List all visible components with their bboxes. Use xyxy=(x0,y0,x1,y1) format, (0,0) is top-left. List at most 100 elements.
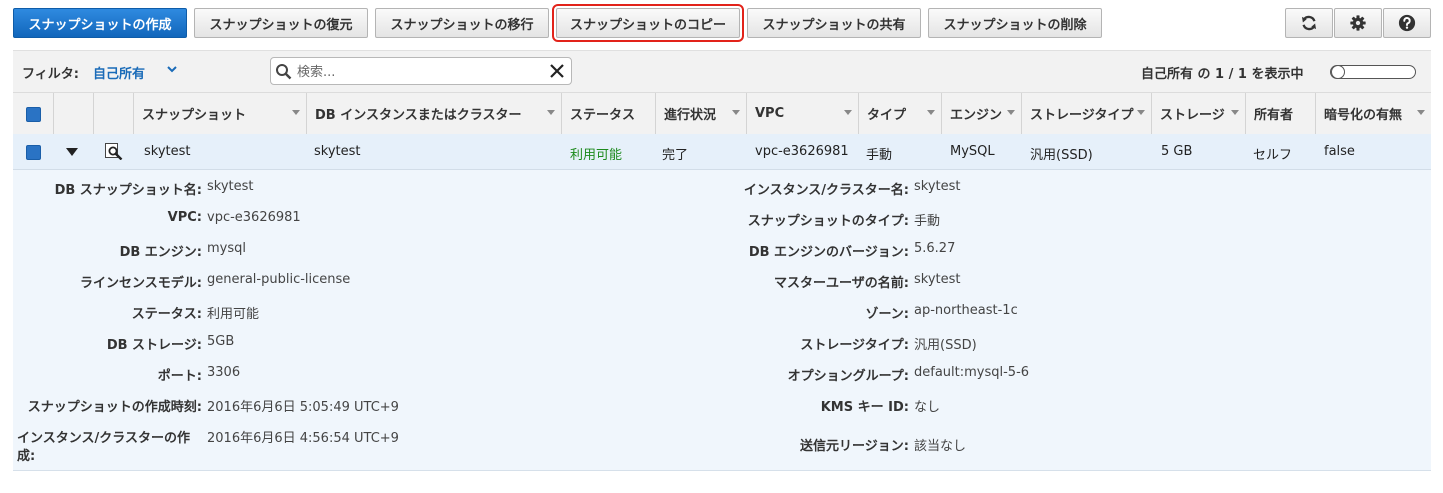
sort-icon xyxy=(292,110,300,115)
sort-icon xyxy=(927,110,935,115)
col-encrypted[interactable]: 暗号化の有無 xyxy=(1315,93,1431,134)
clear-search-icon[interactable] xyxy=(550,64,564,78)
cell-snapshot: skytest xyxy=(144,144,191,159)
col-vpc[interactable]: VPC xyxy=(746,93,858,134)
detail-label: ラインセンスモデル: xyxy=(80,276,202,291)
detail-label: インスタンス/クラスター名: xyxy=(743,183,909,198)
header-view-cell xyxy=(93,93,133,134)
search-icon xyxy=(276,64,292,80)
toggle-knob[interactable] xyxy=(1331,65,1345,79)
detail-value: general-public-license xyxy=(207,272,351,287)
copy-snapshot-button[interactable]: スナップショットのコピー xyxy=(552,4,744,42)
select-all-checkbox[interactable] xyxy=(26,107,41,122)
create-snapshot-button[interactable]: スナップショットの作成 xyxy=(13,8,187,38)
sort-icon xyxy=(1231,110,1239,115)
detail-value: mysql xyxy=(207,241,246,256)
col-status[interactable]: ステータス xyxy=(561,93,655,134)
detail-label: ステータス: xyxy=(131,307,202,322)
sort-icon xyxy=(732,110,740,115)
detail-value: 3306 xyxy=(207,365,241,380)
detail-label: 成: xyxy=(17,449,36,464)
row-checkbox[interactable] xyxy=(26,145,41,160)
col-vpc-label: VPC xyxy=(755,106,785,121)
detail-value: 手動 xyxy=(914,214,941,229)
sort-icon xyxy=(1137,110,1145,115)
help-button[interactable] xyxy=(1383,8,1431,38)
detail-label: オプショングループ: xyxy=(787,369,909,384)
search-input[interactable] xyxy=(295,61,549,83)
header-expand-cell xyxy=(53,93,93,134)
table-row[interactable]: skytest skytest 利用可能 完了 vpc-e3626981 手動 … xyxy=(13,134,1431,170)
detail-value: なし xyxy=(914,400,941,415)
col-engine[interactable]: エンジン xyxy=(941,93,1021,134)
sort-icon xyxy=(1007,110,1015,115)
detail-label: ゾーン: xyxy=(865,307,909,322)
col-engine-label: エンジン xyxy=(950,108,1003,123)
detail-value: skytest xyxy=(914,179,961,194)
col-storage-type-label: ストレージタイプ xyxy=(1030,108,1134,123)
cell-storage: 5 GB xyxy=(1161,144,1193,159)
detail-label: 送信元リージョン: xyxy=(800,439,909,454)
filter-label: フィルタ: xyxy=(22,67,79,82)
migrate-snapshot-button[interactable]: スナップショットの移行 xyxy=(375,8,549,38)
cell-storage-type: 汎用(SSD) xyxy=(1030,148,1093,163)
view-toggle[interactable] xyxy=(1330,65,1416,79)
table-header: スナップショット DB インスタンスまたはクラスター ステータス 進行状況 VP… xyxy=(13,92,1431,135)
filter-bar: フィルタ: 自己所有 自己所有 の 1 / 1 を表示中 xyxy=(13,50,1431,93)
col-snapshot-label: スナップショット xyxy=(142,108,247,123)
col-storage[interactable]: ストレージ xyxy=(1151,93,1245,134)
help-icon xyxy=(1398,14,1416,32)
col-storage-type[interactable]: ストレージタイプ xyxy=(1021,93,1151,134)
detail-value: 5GB xyxy=(207,334,235,349)
snapshot-details: DB スナップショット名: skytest VPC: vpc-e3626981 … xyxy=(13,170,1431,471)
filter-dropdown[interactable]: 自己所有 xyxy=(93,63,145,82)
delete-snapshot-button[interactable]: スナップショットの削除 xyxy=(928,8,1102,38)
details-view-icon[interactable] xyxy=(105,143,123,160)
cell-owner: セルフ xyxy=(1253,148,1293,163)
col-type[interactable]: タイプ xyxy=(858,93,941,134)
cell-instance: skytest xyxy=(314,144,361,159)
detail-value: 汎用(SSD) xyxy=(914,338,977,353)
refresh-icon xyxy=(1301,15,1317,31)
detail-label: スナップショットのタイプ: xyxy=(747,214,909,229)
gear-icon xyxy=(1350,15,1366,31)
sort-icon xyxy=(1417,110,1425,115)
detail-value: ap-northeast-1c xyxy=(914,303,1018,318)
detail-value: 2016年6月6日 4:56:54 UTC+9 xyxy=(207,431,399,446)
chevron-down-icon[interactable] xyxy=(167,64,177,74)
restore-snapshot-button[interactable]: スナップショットの復元 xyxy=(194,8,368,38)
detail-value: 5.6.27 xyxy=(914,241,956,256)
col-snapshot[interactable]: スナップショット xyxy=(133,93,306,134)
cell-status: 利用可能 xyxy=(570,148,623,163)
detail-value: default:mysql-5-6 xyxy=(914,365,1030,380)
sort-icon xyxy=(547,110,555,115)
detail-label: DB スナップショット名: xyxy=(54,183,202,198)
col-owner-label: 所有者 xyxy=(1254,108,1294,123)
col-owner[interactable]: 所有者 xyxy=(1245,93,1315,134)
detail-label: VPC: xyxy=(167,210,202,225)
search-box[interactable] xyxy=(270,57,572,85)
detail-label: DB ストレージ: xyxy=(106,338,202,353)
header-select-all-cell xyxy=(13,93,53,134)
settings-button[interactable] xyxy=(1334,8,1382,38)
col-instance[interactable]: DB インスタンスまたはクラスター xyxy=(306,93,561,134)
refresh-button[interactable] xyxy=(1285,8,1333,38)
caret-down-icon[interactable] xyxy=(66,148,78,156)
detail-label: ストレージタイプ: xyxy=(800,338,909,353)
detail-label: KMS キー ID: xyxy=(820,400,909,415)
cell-progress: 完了 xyxy=(662,148,689,163)
share-snapshot-button[interactable]: スナップショットの共有 xyxy=(747,8,921,38)
detail-value: skytest xyxy=(207,179,254,194)
col-type-label: タイプ xyxy=(867,108,907,123)
detail-value: vpc-e3626981 xyxy=(207,210,301,225)
detail-label: マスターユーザの名前: xyxy=(774,276,909,291)
col-instance-label: DB インスタンスまたはクラスター xyxy=(315,108,522,123)
detail-value: 該当なし xyxy=(914,439,967,454)
cell-vpc: vpc-e3626981 xyxy=(755,144,849,159)
detail-label: スナップショットの作成時刻: xyxy=(27,400,202,415)
col-storage-label: ストレージ xyxy=(1160,108,1225,123)
result-count: 自己所有 の 1 / 1 を表示中 xyxy=(1141,67,1304,82)
col-progress-label: 進行状況 xyxy=(664,108,717,123)
cell-engine: MySQL xyxy=(950,144,995,159)
col-progress[interactable]: 進行状況 xyxy=(655,93,746,134)
